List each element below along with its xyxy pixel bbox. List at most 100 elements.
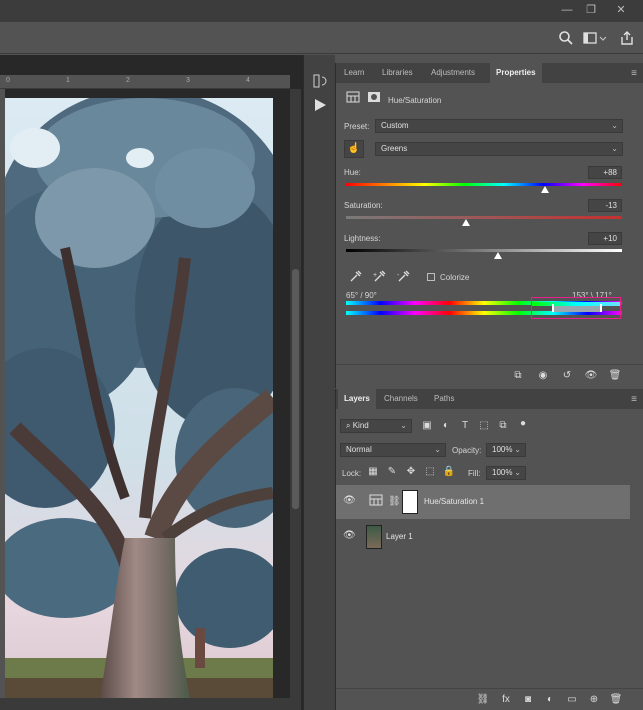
- minimize-icon[interactable]: —: [556, 3, 578, 17]
- add-mask-icon[interactable]: ◙: [521, 693, 535, 707]
- visibility-eye-icon[interactable]: 👁: [584, 369, 598, 383]
- link-layers-icon[interactable]: ⛓: [476, 693, 490, 707]
- lock-image-icon[interactable]: ✎: [385, 465, 399, 479]
- restore-icon[interactable]: ❐: [580, 3, 602, 17]
- lock-label: Lock:: [342, 469, 362, 478]
- filter-smart-object-icon[interactable]: ⧉: [496, 419, 510, 433]
- eyedropper-icon[interactable]: [348, 269, 364, 285]
- mask-icon[interactable]: [366, 91, 382, 107]
- color-range-selector[interactable]: [531, 297, 621, 319]
- filter-adjustment-icon[interactable]: ◐: [439, 419, 453, 433]
- chevron-down-icon: ⌄: [400, 421, 407, 430]
- saturation-slider-handle[interactable]: [462, 219, 471, 226]
- clip-to-layer-icon[interactable]: ⧉: [511, 369, 525, 383]
- visibility-eye-icon[interactable]: 👁: [343, 495, 356, 507]
- panel-menu-icon[interactable]: ≡: [631, 394, 637, 405]
- play-action-icon[interactable]: [312, 97, 328, 113]
- hue-slider-handle[interactable]: [540, 186, 549, 193]
- vertical-scrollbar[interactable]: [290, 89, 301, 710]
- options-bar: [0, 22, 643, 54]
- filter-toggle-icon[interactable]: ●: [516, 417, 530, 431]
- chevron-down-icon: ⌄: [611, 144, 618, 153]
- visibility-eye-icon[interactable]: 👁: [343, 530, 356, 542]
- layer-filter-dropdown[interactable]: ⌕ Kind ⌄: [340, 419, 412, 433]
- saturation-slider-track[interactable]: [346, 216, 622, 219]
- range-slider-handle[interactable]: [552, 304, 554, 312]
- opacity-label: Opacity:: [452, 446, 482, 455]
- saturation-label: Saturation:: [344, 201, 383, 210]
- lightness-value-field[interactable]: +10: [588, 232, 622, 245]
- properties-footer: ⧉ ◉ ↺ 👁 🗑: [336, 364, 643, 386]
- layer-row-hue-saturation[interactable]: 👁 ⛓ Hue/Saturation 1: [336, 485, 630, 519]
- lock-all-icon[interactable]: 🔒: [442, 465, 456, 479]
- workspace-icon[interactable]: [583, 30, 607, 46]
- tab-channels[interactable]: Channels: [378, 389, 424, 409]
- hue-label: Hue:: [344, 168, 361, 177]
- eyedropper-plus-icon[interactable]: +: [372, 269, 388, 285]
- tab-properties[interactable]: Properties: [490, 63, 542, 83]
- chain-link-icon[interactable]: ⛓: [388, 494, 401, 510]
- lock-transparent-icon[interactable]: ▦: [366, 465, 380, 479]
- lightness-slider-track[interactable]: [346, 249, 622, 252]
- filter-pixel-icon[interactable]: ▣: [420, 419, 434, 433]
- new-adjustment-icon[interactable]: ◐: [543, 693, 557, 707]
- title-bar: — ❐ ✕: [0, 0, 643, 22]
- history-icon[interactable]: [312, 73, 328, 89]
- target-adjust-icon[interactable]: ☝: [344, 140, 364, 158]
- preset-label: Preset:: [344, 122, 370, 131]
- lightness-label: Lightness:: [344, 234, 381, 243]
- reset-icon[interactable]: ↺: [560, 369, 574, 383]
- tab-learn[interactable]: Learn: [338, 63, 370, 83]
- tab-libraries[interactable]: Libraries: [376, 63, 419, 83]
- new-layer-icon[interactable]: ⊕: [587, 693, 601, 707]
- hue-slider-track[interactable]: [346, 183, 622, 186]
- fill-label: Fill:: [468, 469, 481, 478]
- layer-thumbnail[interactable]: [366, 525, 382, 549]
- chevron-down-icon: ⌄: [611, 121, 618, 130]
- saturation-value-field[interactable]: -13: [588, 199, 622, 212]
- filter-shape-icon[interactable]: ⬚: [477, 419, 491, 433]
- close-icon[interactable]: ✕: [610, 3, 632, 17]
- eyedropper-minus-icon[interactable]: -: [396, 269, 412, 285]
- layer-mask-thumbnail[interactable]: [402, 490, 418, 514]
- filter-type-icon[interactable]: T: [458, 419, 472, 433]
- horizontal-scrollbar[interactable]: [0, 698, 290, 710]
- channel-dropdown[interactable]: Greens ⌄: [375, 142, 623, 156]
- layers-panel: Layers Channels Paths ≡ ⌕ Kind ⌄ ▣ ◐ T ⬚…: [335, 389, 643, 710]
- layer-row-layer-1[interactable]: 👁 Layer 1: [336, 520, 630, 554]
- tab-paths[interactable]: Paths: [428, 389, 460, 409]
- tab-adjustments[interactable]: Adjustments: [425, 63, 481, 83]
- panel-menu-icon[interactable]: ≡: [631, 68, 637, 79]
- fx-icon[interactable]: fx: [499, 693, 513, 707]
- lightness-slider-handle[interactable]: [493, 252, 502, 259]
- colorize-checkbox[interactable]: [427, 273, 435, 281]
- trash-icon[interactable]: 🗑: [608, 369, 622, 383]
- svg-text:+: +: [373, 272, 377, 279]
- lock-artboard-icon[interactable]: ⬚: [423, 465, 437, 479]
- view-previous-icon[interactable]: ◉: [536, 369, 550, 383]
- filter-value: Kind: [352, 421, 369, 430]
- blend-mode-dropdown[interactable]: Normal ⌄: [340, 443, 446, 457]
- ruler-tick: 4: [246, 77, 250, 84]
- scroll-thumb[interactable]: [292, 269, 299, 509]
- lock-position-icon[interactable]: ✥: [404, 465, 418, 479]
- svg-text:-: -: [397, 272, 400, 279]
- layers-footer: ⛓ fx ◙ ◐ ▭ ⊕ 🗑: [336, 688, 643, 710]
- image-canvas[interactable]: [5, 98, 273, 698]
- range-left-readout: 65° / 90°: [346, 291, 377, 300]
- share-icon[interactable]: [619, 30, 635, 46]
- layer-name[interactable]: Hue/Saturation 1: [424, 497, 484, 506]
- chevron-down-icon: ⌄: [514, 468, 521, 477]
- adjustment-title: Hue/Saturation: [388, 96, 442, 105]
- trash-icon[interactable]: 🗑: [609, 693, 623, 707]
- range-slider-handle[interactable]: [600, 304, 602, 312]
- tab-layers[interactable]: Layers: [338, 389, 376, 409]
- search-icon[interactable]: [558, 30, 574, 46]
- layer-name[interactable]: Layer 1: [386, 532, 413, 541]
- hue-value-field[interactable]: +88: [588, 166, 622, 179]
- new-group-icon[interactable]: ▭: [565, 693, 579, 707]
- properties-panel: Learn Libraries Adjustments Properties ≡…: [335, 63, 643, 388]
- fill-field[interactable]: 100% ⌄: [486, 466, 526, 480]
- opacity-field[interactable]: 100% ⌄: [486, 443, 526, 457]
- preset-dropdown[interactable]: Custom ⌄: [375, 119, 623, 133]
